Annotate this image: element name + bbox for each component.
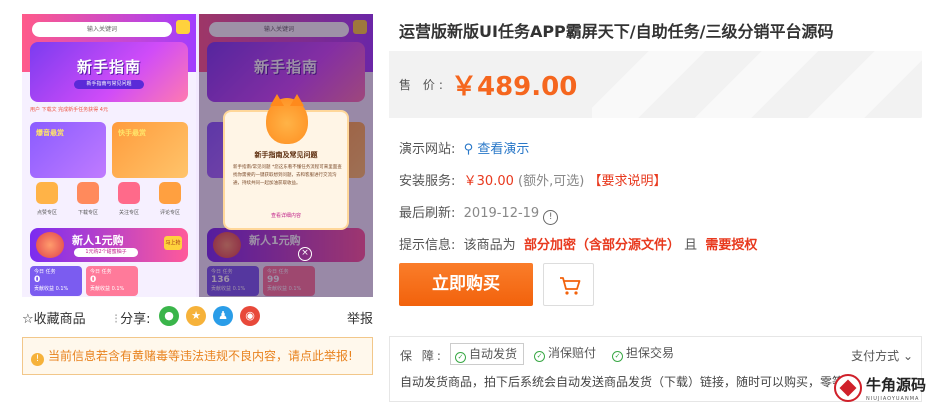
guarantee-auto-delivery[interactable]: ✓ 自动发货 (450, 343, 525, 365)
search-icon: ⚲ (463, 142, 474, 157)
refresh-row: 最后刷新: 2019-12-19! (399, 202, 559, 225)
watermark-logo: 牛角源码 NIUJIAOYUANMA (834, 372, 938, 408)
demo-link[interactable]: ⚲ 查看演示 (464, 142, 530, 157)
product-image-gallery[interactable]: 输入关键词 新手指南 新手指南与常见问题 用户 下载文 完成新手任务获得 4元 … (22, 14, 373, 297)
weibo-icon[interactable]: ◉ (240, 306, 260, 326)
app-category-grid: 点赞专区 下载专区 关注专区 评论专区 (30, 182, 188, 222)
app-notice: 用户 下载文 完成新手任务获得 4元 (30, 107, 108, 113)
app-promo-banner: 新人1元购 1元购2个甜蜜柚子 马上抢 (30, 228, 188, 262)
add-to-cart-button[interactable] (543, 263, 594, 306)
favorite-button[interactable]: ☆收藏商品 (22, 308, 86, 327)
tips-row: 提示信息: 该商品为 部分加密（含部分源文件） 且 需要授权 (399, 238, 758, 253)
info-icon[interactable]: ! (543, 210, 559, 225)
chevron-down-icon: ⌄ (902, 349, 913, 363)
check-icon: ✓ (455, 352, 466, 363)
app-screenshot-1: 输入关键词 新手指南 新手指南与常见问题 用户 下载文 完成新手任务获得 4元 … (22, 14, 196, 297)
guarantee-compensation[interactable]: ✓ 消保赔付 (530, 343, 602, 365)
qq-icon[interactable]: ♟ (213, 306, 233, 326)
check-icon: ✓ (534, 351, 545, 362)
product-price: ￥489.00 (451, 72, 578, 102)
share-label: ⁝ 分享: (114, 312, 151, 327)
lightbulb-icon: ! (31, 353, 44, 366)
share-icon: ⁝ (114, 312, 119, 327)
gift-icon (176, 20, 190, 34)
close-icon: × (298, 247, 312, 261)
cat-mascot-icon (266, 94, 308, 144)
cart-icon (560, 277, 581, 295)
app-guide-modal: 新手指南及常见问题 新手指南/常见问题 *您这东看不懂任务流程可来里面查找你需要… (223, 94, 349, 230)
app-screenshot-2: 输入关键词 新手指南 新人1元购 今日 任务 136 贡献收益 0.1% 今日 任务… (199, 14, 373, 297)
service-requirements-link[interactable]: 【要求说明】 (588, 174, 666, 189)
logo-icon (834, 374, 862, 402)
product-title: 运营版新版UI任务APP霸屏天下/自助任务/三级分销平台源码 (399, 22, 834, 41)
app-banner: 新手指南 新手指南与常见问题 (30, 42, 188, 102)
wechat-icon[interactable]: ● (159, 306, 179, 326)
demo-row: 演示网站: ⚲ 查看演示 (399, 142, 530, 157)
app-card-kuaishou: 快手悬赏 (112, 122, 188, 178)
report-link[interactable]: 举报 (347, 308, 373, 327)
check-icon: ✓ (612, 351, 623, 362)
price-panel: 售 价: ￥489.00 (389, 51, 922, 118)
guarantee-description: 自动发货商品，拍下后系统会自动发送商品发货（下载）链接，随时可以购买，零等待 (400, 375, 857, 389)
guarantee-escrow[interactable]: ✓ 担保交易 (608, 343, 680, 365)
app-search-box: 输入关键词 (32, 22, 172, 37)
report-warning[interactable]: ! 当前信息若含有黄赌毒等违法违规不良内容，请点此举报! (22, 337, 373, 375)
product-actions: ☆收藏商品 ⁝ 分享: ● ★ ♟ ◉ 举报 (22, 306, 373, 328)
buy-now-button[interactable]: 立即购买 (399, 263, 533, 306)
qzone-icon[interactable]: ★ (186, 306, 206, 326)
service-row: 安装服务: ￥30.00 (额外,可选) 【要求说明】 (399, 174, 667, 189)
payment-method-dropdown[interactable]: 支付方式 ⌄ (851, 347, 913, 364)
app-card-douyin: 爆音悬赏 (30, 122, 106, 178)
